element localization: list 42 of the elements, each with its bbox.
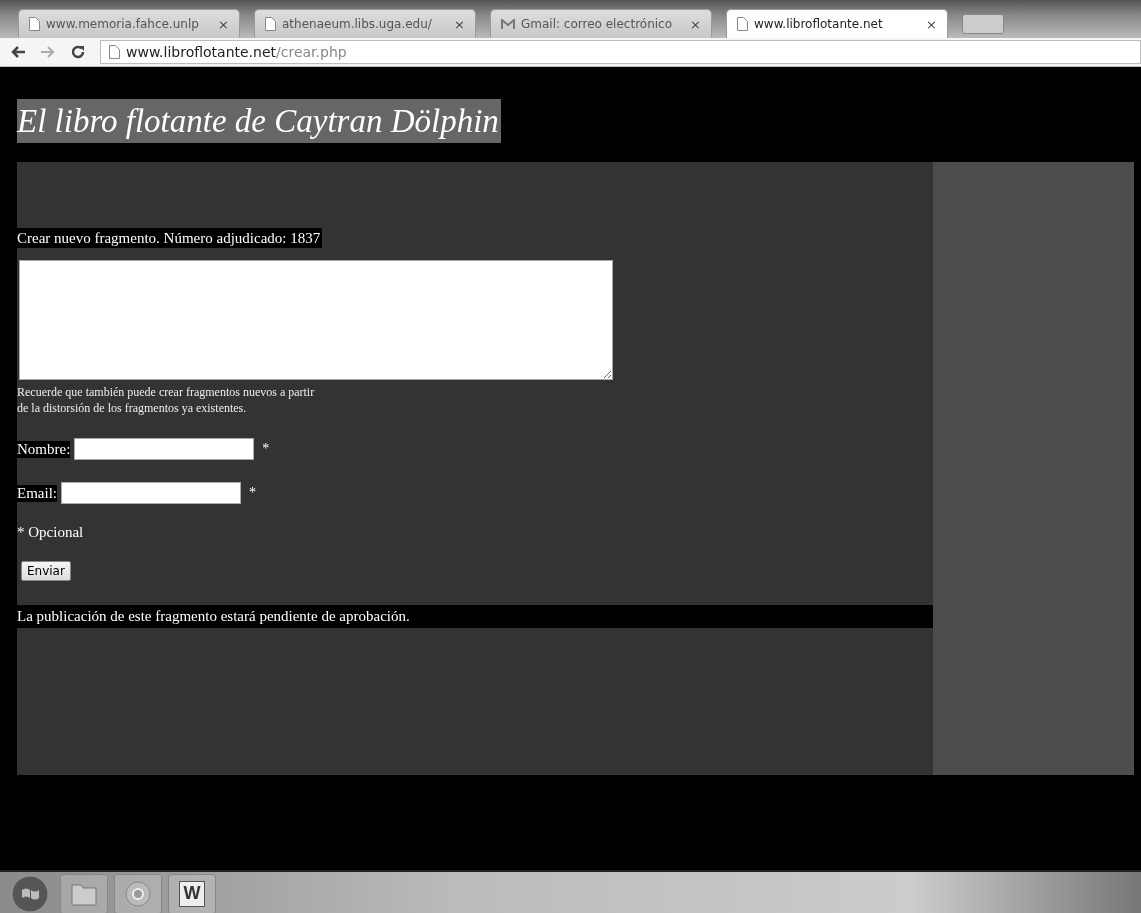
submit-button[interactable]: Enviar [21, 561, 71, 581]
site-title: El libro flotante de Caytran Dölphin [17, 99, 501, 143]
hint-text: Recuerde que también puede crear fragmentos nuevos a partir de la distorsión de los fragmentos ya existentes. [17, 384, 316, 416]
optional-mark: * [262, 441, 270, 457]
forward-icon[interactable] [40, 45, 56, 59]
close-icon[interactable]: × [690, 16, 701, 32]
optional-legend: * Opcional [17, 524, 933, 541]
start-button[interactable] [11, 874, 49, 913]
optional-mark: * [249, 485, 256, 501]
browser-tab[interactable]: athenaeum.libs.uga.edu/ × [254, 9, 476, 38]
word-icon: W [179, 880, 205, 907]
page-icon [265, 17, 276, 31]
close-icon[interactable]: × [218, 16, 229, 32]
page-icon [109, 45, 120, 59]
circle-icon [124, 879, 152, 908]
page-icon [737, 17, 748, 31]
taskbar-button[interactable] [60, 873, 108, 913]
field-label: Nombre: [17, 440, 71, 458]
approval-notice: La publicación de este fragmento estará pendiente de aprobación. [17, 605, 933, 628]
taskbar-button[interactable] [114, 873, 162, 913]
field-label: Email: [17, 484, 57, 502]
new-tab-button[interactable] [962, 14, 1004, 34]
tab-title: Gmail: correo electrónico [521, 17, 674, 31]
browser-tab[interactable]: www.memoria.fahce.unlp × [18, 9, 240, 38]
close-icon[interactable]: × [454, 16, 465, 32]
address-field[interactable]: www.libroflotante.net/crear.php [100, 40, 1141, 64]
reload-icon[interactable] [70, 44, 86, 60]
close-icon[interactable]: × [926, 16, 937, 32]
tab-title: www.memoria.fahce.unlp [46, 17, 200, 31]
form-heading: Crear nuevo fragmento. Número adjudicado: 1837 [17, 228, 323, 248]
tab-title: athenaeum.libs.uga.edu/ [282, 17, 433, 31]
back-icon[interactable] [10, 45, 26, 59]
input-field[interactable] [74, 438, 255, 460]
url-text: www.libroflotante.net/crear.php [126, 44, 347, 60]
browser-tab[interactable]: Gmail: correo electrónico × [490, 9, 712, 38]
fragment-text-area[interactable] [19, 260, 613, 380]
envelope-icon [501, 18, 515, 30]
taskbar-button[interactable]: W [168, 873, 216, 913]
page-icon [29, 17, 40, 31]
input-field[interactable] [61, 482, 241, 504]
browser-tab[interactable]: www.libroflotante.net × [726, 9, 948, 38]
tab-title: www.libroflotante.net [754, 17, 884, 31]
